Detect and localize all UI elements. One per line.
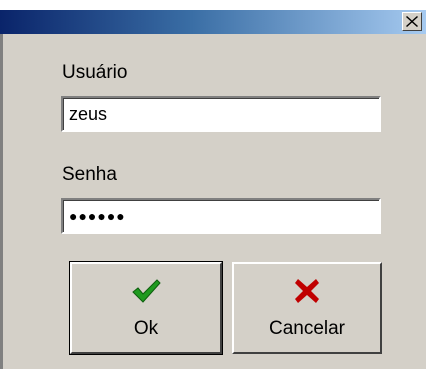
x-icon bbox=[295, 276, 319, 306]
cancel-label: Cancelar bbox=[268, 318, 346, 339]
title-bar[interactable] bbox=[0, 10, 426, 34]
username-label: Usuário bbox=[62, 62, 128, 83]
ok-button[interactable]: Ok bbox=[69, 261, 223, 355]
ok-label: Ok bbox=[133, 318, 159, 339]
close-button[interactable] bbox=[402, 12, 422, 31]
cancel-button[interactable]: Cancelar bbox=[232, 262, 382, 354]
close-icon bbox=[406, 16, 418, 27]
check-icon bbox=[131, 276, 161, 306]
password-label: Senha bbox=[62, 164, 117, 185]
username-input[interactable]: zeus bbox=[61, 96, 381, 132]
login-dialog: Usuário zeus Senha ●●●●●● Ok Cancelar bbox=[0, 0, 428, 369]
top-strip bbox=[0, 0, 426, 10]
password-input[interactable]: ●●●●●● bbox=[61, 198, 381, 234]
window-edge bbox=[0, 34, 3, 369]
